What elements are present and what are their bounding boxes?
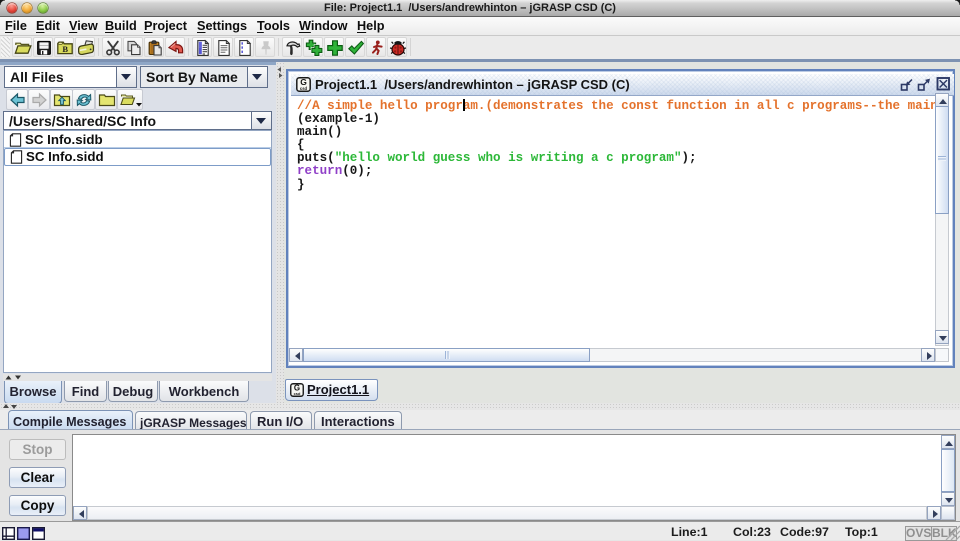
svg-text:B: B bbox=[62, 44, 68, 54]
svg-text:csd: csd bbox=[294, 391, 301, 396]
svg-text:csd: csd bbox=[300, 86, 308, 91]
